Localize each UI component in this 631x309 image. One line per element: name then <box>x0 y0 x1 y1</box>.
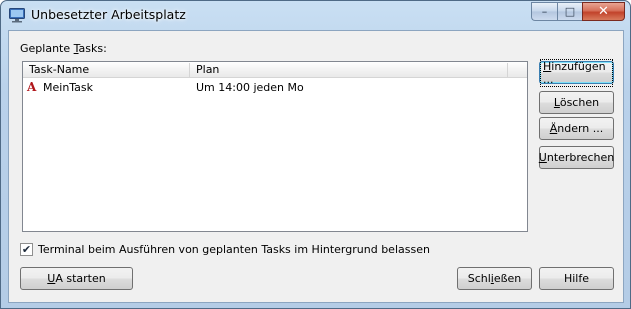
interrupt-button[interactable]: Unterbrechen <box>539 146 614 169</box>
caption-buttons: – □ ✕ <box>531 2 625 21</box>
close-icon: ✕ <box>598 4 609 19</box>
add-button[interactable]: Hinzufügen ... <box>539 58 614 87</box>
minimize-icon: – <box>541 5 548 18</box>
title-bar[interactable]: Unbesetzter Arbeitsplatz – □ ✕ <box>1 1 630 30</box>
close-button[interactable]: Schließen <box>457 267 532 290</box>
help-button[interactable]: Hilfe <box>539 267 614 290</box>
help-button-label: Hilfe <box>563 272 590 285</box>
dialog-client-area: Geplante Tasks: Task-Name Plan A MeinTas… <box>8 30 624 303</box>
keep-terminal-option[interactable]: ✔ Terminal beim Ausführen von geplanten … <box>20 243 430 256</box>
minimize-button[interactable]: – <box>531 2 557 21</box>
start-ua-button[interactable]: UA starten <box>20 267 133 290</box>
interrupt-button-label: Unterbrechen <box>538 151 615 164</box>
delete-button-label: Löschen <box>553 96 600 109</box>
change-button-label: Ändern ... <box>549 122 604 135</box>
column-header-plan[interactable]: Plan <box>190 63 508 78</box>
maximize-button[interactable]: □ <box>557 2 582 21</box>
tasks-listview[interactable]: Task-Name Plan A MeinTask Um 14:00 jeden… <box>22 61 528 232</box>
keep-terminal-label: Terminal beim Ausführen von geplanten Ta… <box>38 243 430 256</box>
column-header-filler <box>508 63 527 78</box>
close-window-button[interactable]: ✕ <box>582 2 625 21</box>
delete-button[interactable]: Löschen <box>539 91 614 114</box>
start-ua-button-label: UA starten <box>47 272 106 285</box>
change-button[interactable]: Ändern ... <box>539 117 614 140</box>
dialog-window: Unbesetzter Arbeitsplatz – □ ✕ Geplante … <box>0 0 631 309</box>
close-button-label: Schließen <box>467 272 522 285</box>
column-header-task-name[interactable]: Task-Name <box>23 63 190 78</box>
task-plan-cell: Um 14:00 jeden Mo <box>196 81 304 94</box>
scheduled-tasks-label: Geplante Tasks: <box>20 42 107 55</box>
task-icon: A <box>27 80 37 94</box>
task-name-cell: MeinTask <box>43 81 94 94</box>
checkmark-icon: ✔ <box>21 243 32 256</box>
table-row[interactable]: A MeinTask Um 14:00 jeden Mo <box>23 79 527 96</box>
window-title: Unbesetzter Arbeitsplatz <box>31 7 186 22</box>
monitor-icon <box>9 8 25 23</box>
keep-terminal-checkbox[interactable]: ✔ <box>20 243 33 256</box>
maximize-icon: □ <box>564 5 576 18</box>
listview-header: Task-Name Plan <box>23 62 527 78</box>
add-button-label: Hinzufügen ... <box>540 58 613 87</box>
